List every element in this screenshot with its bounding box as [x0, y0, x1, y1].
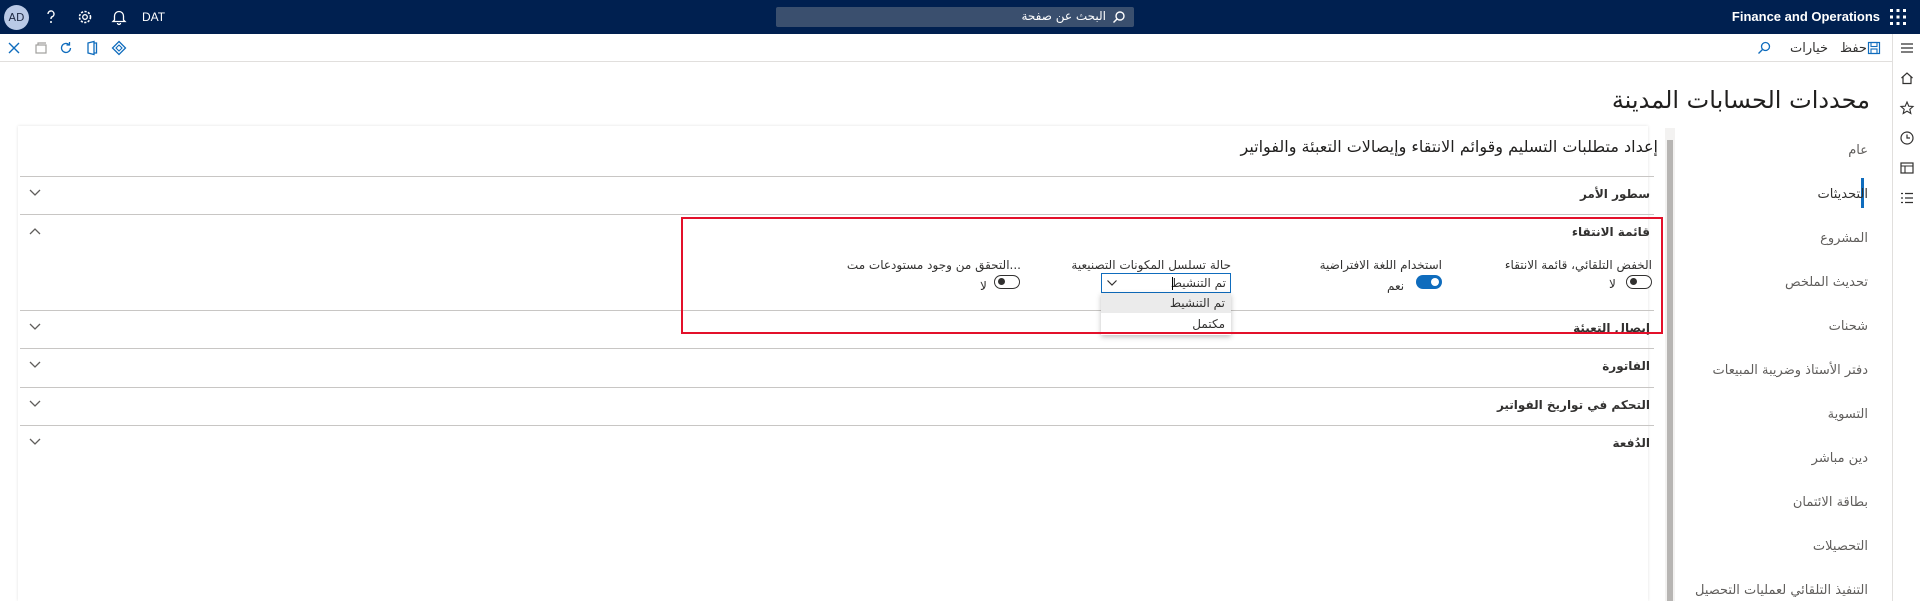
app-title[interactable]: Finance and Operations [1732, 9, 1880, 24]
tab-ledger-sales-tax[interactable]: دفتر الأستاذ وضريبة المبيعات [1668, 363, 1869, 378]
fasttab-invoice-dates[interactable]: التحكم في تواريخ الفواتير [1497, 398, 1650, 412]
tab-collections-automation[interactable]: التنفيذ التلقائي لعمليات التحصيل [1668, 583, 1868, 598]
divider [20, 425, 1654, 426]
divider [20, 348, 1654, 349]
close-icon[interactable] [6, 40, 22, 56]
office-icon[interactable] [84, 40, 100, 56]
hamburger-menu-icon[interactable] [1899, 40, 1915, 56]
avatar[interactable]: AD [4, 5, 29, 30]
new-window-icon[interactable] [33, 40, 49, 56]
chevron-down-icon[interactable] [28, 188, 42, 198]
tab-general[interactable]: عام [1668, 143, 1868, 158]
save-button[interactable]: حفظ [1840, 41, 1867, 56]
chevron-down-icon[interactable] [28, 399, 42, 409]
tab-collections[interactable]: التحصيلات [1668, 539, 1868, 554]
favorites-star-icon[interactable] [1899, 100, 1915, 116]
options-menu[interactable]: خيارات [1790, 41, 1828, 56]
top-bar: Finance and Operations البحث عن صفحة AD … [0, 0, 1920, 34]
scrollbar-thumb[interactable] [1667, 140, 1673, 601]
fasttab-order-lines[interactable]: سطور الأمر [1580, 187, 1650, 201]
tab-shipments[interactable]: شحنات [1668, 319, 1868, 334]
tab-updates[interactable]: التحديثات [1668, 187, 1868, 202]
home-icon[interactable] [1899, 70, 1915, 86]
recent-clock-icon[interactable] [1899, 130, 1915, 146]
notification-bell-icon[interactable] [110, 8, 128, 26]
modules-list-icon[interactable] [1899, 190, 1915, 206]
search-actions-icon[interactable] [1756, 40, 1772, 56]
tab-project[interactable]: المشروع [1668, 231, 1868, 246]
divider [20, 214, 1654, 215]
chevron-down-icon[interactable] [28, 437, 42, 447]
navigation-pane [1892, 34, 1920, 601]
section-title: إعداد متطلبات التسليم وقوائم الانتقاء وإ… [1240, 137, 1659, 156]
refresh-icon[interactable] [58, 40, 74, 56]
tab-direct-debit[interactable]: دين مباشر [1668, 451, 1868, 466]
divider [20, 176, 1654, 177]
settings-gear-icon[interactable] [76, 8, 94, 26]
divider [20, 387, 1654, 388]
fasttab-invoice[interactable]: الفاتورة [1602, 359, 1650, 373]
search-icon [1113, 11, 1125, 23]
tab-credit-card[interactable]: بطاقة الائتمان [1668, 495, 1868, 510]
tab-summary-update[interactable]: تحديث الملخص [1668, 275, 1868, 290]
highlight-annotation [681, 217, 1663, 334]
fasttab-payment[interactable]: الدُفعة [1613, 436, 1650, 450]
tab-settlement[interactable]: التسوية [1668, 407, 1868, 422]
chevron-down-icon[interactable] [28, 360, 42, 370]
app-launcher-icon[interactable] [1888, 7, 1908, 27]
help-icon[interactable] [42, 8, 60, 26]
search-placeholder: البحث عن صفحة [1021, 9, 1106, 23]
chevron-up-icon[interactable] [28, 226, 42, 236]
content-card [18, 126, 1648, 601]
power-apps-icon[interactable] [111, 40, 127, 56]
search-input[interactable]: البحث عن صفحة [776, 7, 1134, 27]
company-picker[interactable]: DAT [142, 10, 165, 24]
save-icon[interactable] [1866, 40, 1882, 56]
action-bar: خيارات حفظ [0, 34, 1892, 62]
workspaces-icon[interactable] [1899, 160, 1915, 176]
chevron-down-icon[interactable] [28, 322, 42, 332]
page-title: محددات الحسابات المدينة [1611, 86, 1870, 114]
